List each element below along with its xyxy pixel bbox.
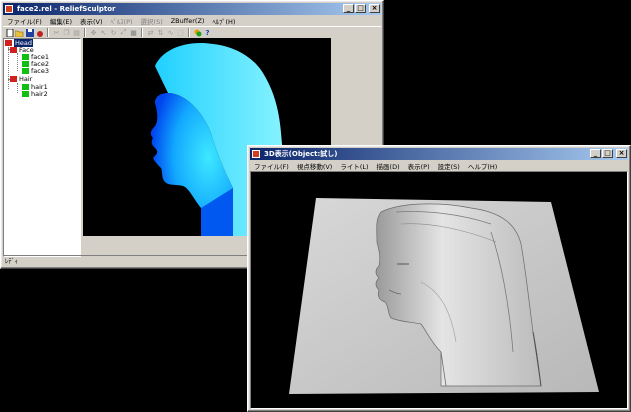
tree-line [17, 83, 18, 93]
view3d-title-bar[interactable]: 3D表示(Object:試し) _ □ × [250, 148, 628, 160]
cut-icon[interactable]: ✂ [52, 28, 61, 37]
menu-help[interactable]: ヘルプ(H) [464, 161, 501, 171]
menu-light[interactable]: ライト(L) [336, 161, 372, 171]
status-text: ﾚﾃﾞｨ [5, 257, 18, 265]
menu-edit[interactable]: 編集(E) [46, 16, 76, 26]
menu-zbuffer[interactable]: ZBuffer(Z) [167, 17, 209, 25]
view3d-window-title: 3D表示(Object:試し) [264, 150, 338, 158]
part-node-icon [22, 68, 29, 74]
bomb-icon[interactable] [35, 28, 44, 37]
rotate-icon[interactable]: ↻ [109, 28, 118, 37]
menu-viewpoint[interactable]: 視点移動(V) [293, 161, 337, 171]
main-menubar: ファイル(F) 編集(E) 表示(V) ﾍﾟﾙｽ(P) 選択(S) ZBuffe… [3, 15, 381, 26]
view3d-window: 3D表示(Object:試し) _ □ × ファイル(F) 視点移動(V) ライ… [247, 145, 631, 412]
close-button[interactable]: × [616, 149, 627, 158]
mirror-icon[interactable]: ⇅ [156, 28, 165, 37]
menu-draw[interactable]: 描画(D) [373, 161, 404, 171]
relief-render [289, 198, 599, 394]
minimize-button[interactable]: _ [590, 149, 601, 158]
menu-view[interactable]: 表示(V) [76, 16, 107, 26]
minimize-button[interactable]: _ [343, 4, 354, 13]
tree-node-face3[interactable]: face3 [22, 67, 49, 75]
menu-file[interactable]: ファイル(F) [3, 16, 46, 26]
save-icon[interactable] [25, 28, 34, 37]
maximize-button[interactable]: □ [355, 4, 366, 13]
tree-line [8, 47, 9, 89]
maximize-button[interactable]: □ [602, 149, 613, 158]
toolbar-separator [141, 28, 143, 37]
menu-parts[interactable]: ﾍﾟﾙｽ(P) [107, 16, 137, 26]
menu-select[interactable]: 選択(S) [137, 16, 167, 26]
tree-node-label: face3 [31, 67, 49, 75]
view3d-menubar: ファイル(F) 視点移動(V) ライト(L) 描画(D) 表示(P) 設定(S)… [250, 160, 628, 171]
tree-node-label: hair2 [31, 90, 48, 98]
fill-icon[interactable]: ■ [129, 28, 138, 37]
app-icon [5, 5, 13, 13]
curve-icon[interactable]: ∿ [166, 28, 175, 37]
main-window-title: face2.rel - ReliefSculptor [17, 5, 116, 13]
select-icon[interactable]: ⬚ [176, 28, 185, 37]
toolbar-separator [47, 28, 49, 37]
toolbar-separator [84, 28, 86, 37]
tree-node-hair[interactable]: Hair [10, 75, 32, 83]
pointer-icon[interactable]: ↖ [99, 28, 108, 37]
close-button[interactable]: × [369, 4, 380, 13]
copy-icon[interactable]: ❐ [62, 28, 71, 37]
object-tree[interactable]: Head Face face1 face2 face3 Hair hair1 h… [3, 38, 81, 257]
relief-3d-viewport[interactable] [250, 171, 628, 409]
menu-help[interactable]: ﾍﾙﾌﾟ(H) [208, 16, 239, 26]
open-icon[interactable] [15, 28, 24, 37]
part-node-icon [22, 91, 29, 97]
paste-icon[interactable]: ▤ [72, 28, 81, 37]
tree-node-hair2[interactable]: hair2 [22, 90, 48, 98]
app-icon [252, 150, 260, 158]
move-icon[interactable]: ✥ [89, 28, 98, 37]
help-icon[interactable]: ? [203, 28, 212, 37]
menu-file[interactable]: ファイル(F) [250, 161, 293, 171]
menu-settings[interactable]: 設定(S) [434, 161, 464, 171]
group-node-icon [10, 47, 17, 53]
tree-line [17, 53, 18, 71]
main-toolbar: ✂ ❐ ▤ ✥ ↖ ↻ ⤢ ■ ⇄ ⇅ ∿ ⬚ ? [3, 26, 381, 38]
tree-node-label: Hair [19, 75, 33, 83]
scale-icon[interactable]: ⤢ [119, 28, 128, 37]
toolbar-separator [188, 28, 190, 37]
main-title-bar[interactable]: face2.rel - ReliefSculptor _ □ × [3, 3, 381, 15]
color-icon[interactable] [193, 28, 202, 37]
group-node-icon [10, 76, 17, 82]
flip-icon[interactable]: ⇄ [146, 28, 155, 37]
new-icon[interactable] [5, 28, 14, 37]
menu-display[interactable]: 表示(P) [404, 161, 434, 171]
